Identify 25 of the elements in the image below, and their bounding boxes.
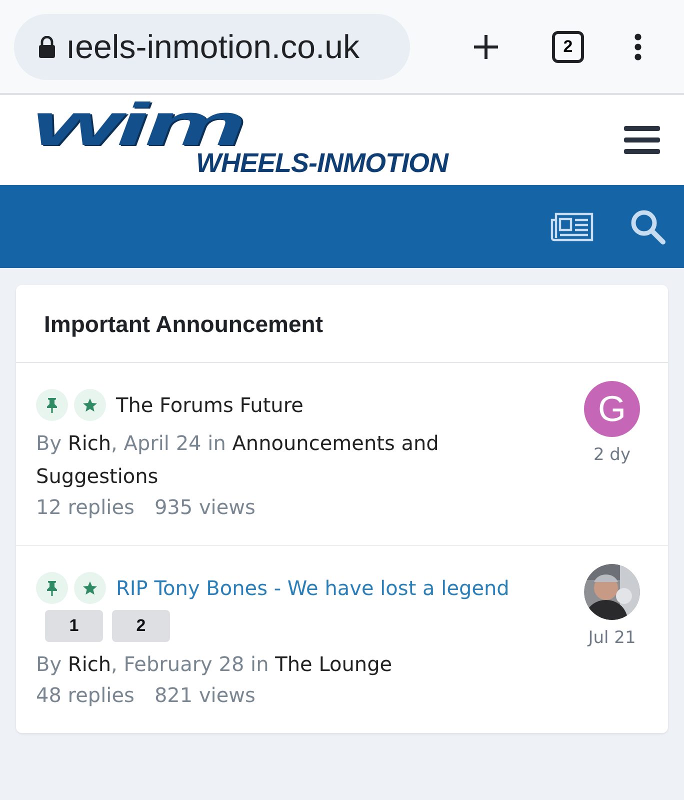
author-link[interactable]: Rich	[68, 431, 112, 455]
reply-count: 12 replies	[36, 495, 134, 519]
topic-title-link[interactable]: The Forums Future	[116, 393, 304, 417]
view-count: 821 views	[154, 683, 256, 707]
page-button[interactable]: 1	[45, 610, 103, 642]
lock-icon	[38, 36, 56, 58]
search-icon[interactable]	[630, 208, 666, 244]
menu-icon[interactable]	[624, 125, 660, 155]
avatar[interactable]: G	[584, 381, 640, 437]
tab-count-button[interactable]: 2	[552, 30, 584, 62]
section-title: Important Announcement	[16, 285, 668, 363]
last-post-time: Jul 21	[588, 628, 636, 648]
author-link[interactable]: Rich	[68, 652, 112, 676]
more-options-icon[interactable]	[634, 32, 642, 60]
address-bar[interactable]: ıeels-inmotion.co.uk	[14, 14, 410, 80]
topic-byline: By Rich, February 28 in The Lounge	[36, 651, 394, 678]
page-button[interactable]: 2	[112, 610, 170, 642]
view-count: 935 views	[154, 495, 256, 519]
newspaper-icon[interactable]	[550, 210, 594, 242]
last-post-time: 2 dy	[593, 445, 631, 465]
reply-count: 48 replies	[36, 683, 134, 707]
topic-title-link[interactable]: RIP Tony Bones - We have lost a legend	[116, 576, 510, 600]
url-text: ıeels-inmotion.co.uk	[66, 28, 360, 66]
new-tab-icon[interactable]	[472, 32, 500, 60]
topic-byline: By Rich, April 24 in Announcements and Suggestions	[36, 430, 440, 490]
